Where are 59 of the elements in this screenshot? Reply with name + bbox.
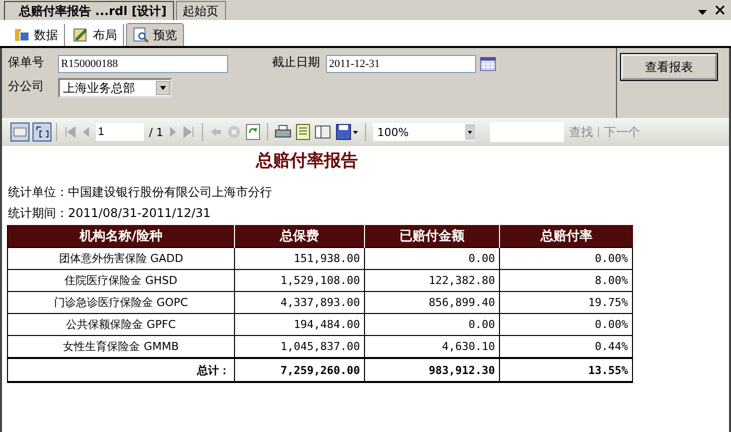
view-tab[interactable]: 预览 <box>126 23 184 46</box>
document-tab[interactable]: 总赔付率报告 ...rdl [设计] <box>4 1 174 20</box>
column-header: 机构名称/险种 <box>8 225 234 248</box>
table-cell: 1,529,108.00 <box>234 270 364 292</box>
field-label: 分公司 <box>8 78 45 95</box>
table-cell: 19.75% <box>500 292 632 314</box>
view-tab[interactable]: 布局 <box>67 24 124 46</box>
column-header: 已赔付金额 <box>364 225 500 248</box>
table-cell: 122,382.80 <box>364 270 500 292</box>
page-total: / 1 <box>149 126 164 138</box>
caret-icon <box>156 81 170 95</box>
date-field[interactable]: 2011-12-31 <box>326 55 476 73</box>
dropdown-field[interactable]: 上海业务总部 <box>58 78 172 98</box>
search-field[interactable] <box>490 122 564 142</box>
table-cell: 女性生育保险金 GMMB <box>8 336 234 358</box>
document-map-icon[interactable] <box>10 122 30 142</box>
table-cell: 团体意外伤害保险 GADD <box>8 248 234 270</box>
page-layout-icon[interactable] <box>296 124 310 140</box>
view-tab[interactable]: 数据 <box>8 24 65 46</box>
table-cell: 总计： <box>8 358 234 382</box>
column-header: 总保费 <box>234 225 364 248</box>
page-setup-icon[interactable] <box>315 125 332 139</box>
table-cell: 0.00 <box>364 248 500 270</box>
close-icon[interactable] <box>715 5 725 15</box>
table-cell: 0.00% <box>500 314 632 336</box>
table-cell: 983,912.30 <box>364 358 500 382</box>
magnifier-page-icon <box>133 27 149 43</box>
table-cell: 8.00% <box>500 270 632 292</box>
dropdown-icon[interactable] <box>698 10 707 15</box>
pencil-ruler-icon <box>73 27 89 43</box>
save-icon[interactable] <box>336 124 358 140</box>
report-period: 统计期间：2011/08/31-2011/12/31 <box>8 205 212 221</box>
column-header: 总赔付率 <box>500 225 632 248</box>
report-unit: 统计单位：中国建设银行股份有限公司上海市分行 <box>8 184 273 200</box>
input-field[interactable]: R150000188 <box>58 55 228 73</box>
field-label: 保单号 <box>8 54 45 71</box>
zoom-dropdown[interactable]: 100% <box>373 123 476 141</box>
print-icon[interactable] <box>275 125 292 139</box>
table-cell: 151,938.00 <box>234 248 364 270</box>
parameters-icon[interactable] <box>32 122 52 142</box>
table-cell: 856,899.40 <box>364 292 500 314</box>
table-cell: 7,259,260.00 <box>234 358 364 382</box>
table-cell: 4,337,893.00 <box>234 292 364 314</box>
caret-icon <box>465 124 476 140</box>
table-cell: 0.00 <box>364 314 500 336</box>
refresh-icon[interactable] <box>246 124 260 140</box>
table-cell: 0.00% <box>500 248 632 270</box>
table-cell: 门诊急诊医疗保险金 GOPC <box>8 292 234 314</box>
document-tab[interactable]: 起始页 <box>176 1 226 20</box>
table-cell: 住院医疗保险金 GHSD <box>8 270 234 292</box>
view-report-button[interactable]: 查看报表 <box>621 54 717 80</box>
page-number-field[interactable]: 1 <box>96 123 144 141</box>
field-label: 截止日期 <box>271 54 321 71</box>
table-cell: 194,484.00 <box>234 314 364 336</box>
report-title: 总赔付率报告 <box>254 150 359 173</box>
table-cell: 13.55% <box>500 358 632 382</box>
table-cell: 公共保额保险金 GPFC <box>8 314 234 336</box>
calendar-icon[interactable] <box>480 57 496 71</box>
database-icon <box>14 27 30 43</box>
